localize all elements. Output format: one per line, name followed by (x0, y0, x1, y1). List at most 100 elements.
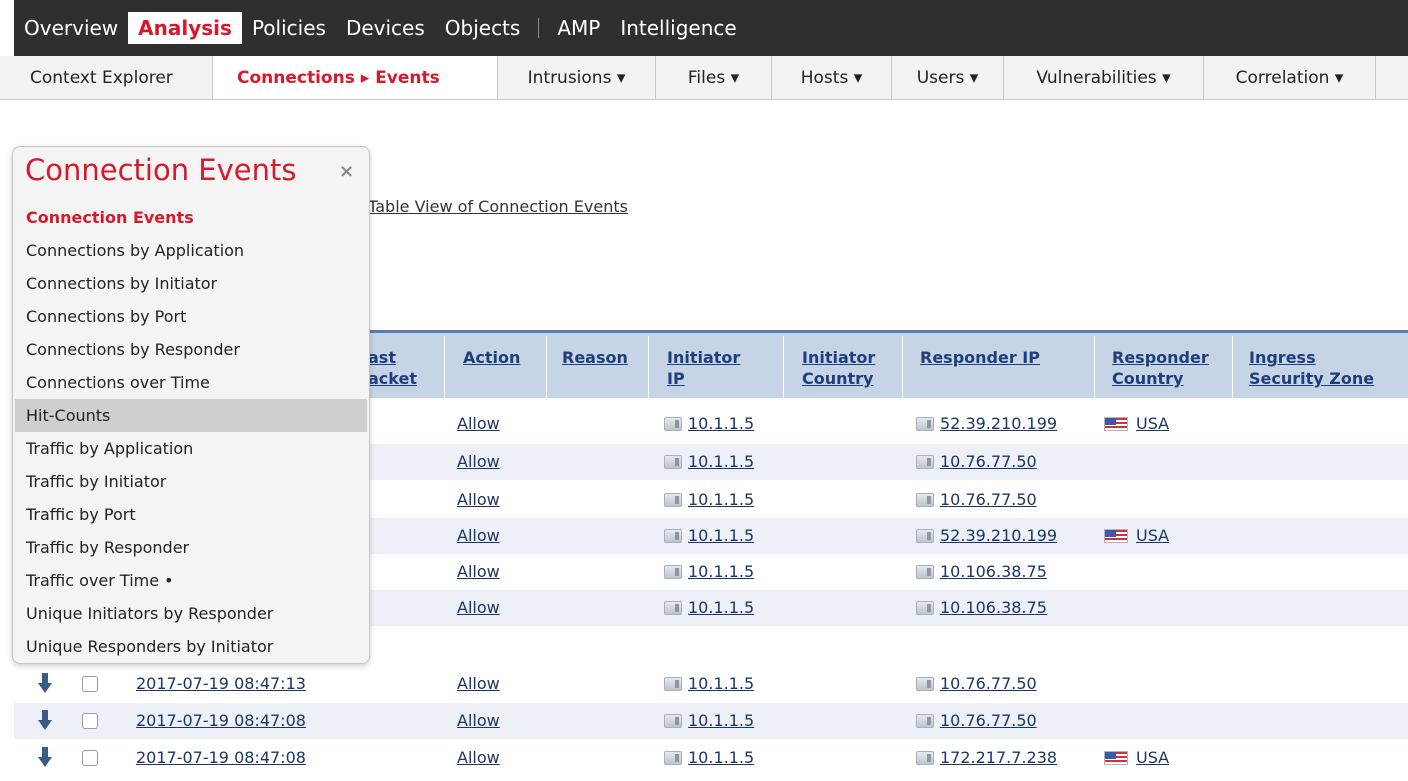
workflow-item[interactable]: Hit-Counts (15, 399, 367, 432)
header-divider (648, 336, 649, 398)
initiator-ip-link[interactable]: 10.1.1.5 (664, 674, 754, 693)
initiator-ip-link[interactable]: 10.1.1.5 (664, 711, 754, 730)
row-checkbox[interactable] (82, 713, 98, 729)
workflow-item[interactable]: Traffic over Time • (15, 564, 367, 597)
action-link[interactable]: Allow (457, 414, 500, 433)
responder-ip-link[interactable]: 10.106.38.75 (916, 598, 1047, 617)
host-icon (664, 677, 682, 691)
action-link[interactable]: Allow (457, 598, 500, 617)
tab-intrusions[interactable]: Intrusions ▾ (498, 56, 656, 99)
host-icon (664, 493, 682, 507)
close-icon[interactable]: × (339, 161, 354, 182)
host-icon (916, 455, 934, 469)
nav-amp[interactable]: AMP (547, 12, 610, 44)
tab-correlation[interactable]: Correlation ▾ (1204, 56, 1376, 99)
workflow-item[interactable]: Unique Responders by Initiator (15, 630, 367, 663)
initiator-ip-link[interactable]: 10.1.1.5 (664, 598, 754, 617)
drilldown-arrow-icon[interactable] (38, 710, 52, 730)
action-link[interactable]: Allow (457, 562, 500, 581)
col-responder-ip[interactable]: Responder IP (920, 347, 1040, 368)
initiator-ip-link[interactable]: 10.1.1.5 (664, 748, 754, 767)
action-link[interactable]: Allow (457, 674, 500, 693)
host-icon (664, 417, 682, 431)
nav-intelligence[interactable]: Intelligence (610, 12, 746, 44)
responder-ip-link[interactable]: 52.39.210.199 (916, 414, 1057, 433)
nav-divider (538, 18, 540, 38)
tab-hosts[interactable]: Hosts ▾ (772, 56, 892, 99)
workflow-item[interactable]: Traffic by Responder (15, 531, 367, 564)
host-icon (916, 751, 934, 765)
responder-ip-link[interactable]: 172.217.7.238 (916, 748, 1057, 767)
first-packet-link[interactable]: 2017-07-19 08:47:13 (136, 674, 306, 693)
table-row: 2017-07-19 08:47:13 Allow 10.1.1.5 10.76… (14, 666, 1408, 702)
row-checkbox[interactable] (82, 676, 98, 692)
workflow-item[interactable]: Connections by Port (15, 300, 367, 333)
nav-devices[interactable]: Devices (336, 12, 435, 44)
tab-files[interactable]: Files ▾ (656, 56, 772, 99)
col-reason[interactable]: Reason (562, 347, 628, 368)
responder-ip-link[interactable]: 10.76.77.50 (916, 674, 1037, 693)
header-divider (1094, 336, 1095, 398)
breadcrumb-current[interactable]: Table View of Connection Events (368, 197, 628, 216)
header-divider (546, 336, 547, 398)
action-link[interactable]: Allow (457, 711, 500, 730)
responder-ip-link[interactable]: 10.106.38.75 (916, 562, 1047, 581)
col-initiator-ip-line1: Initiator (667, 348, 741, 367)
col-ingress-zone[interactable]: Ingress Security Zone (1249, 347, 1374, 389)
initiator-ip-link[interactable]: 10.1.1.5 (664, 490, 754, 509)
responder-country-link[interactable]: USA (1104, 526, 1169, 545)
host-icon (664, 714, 682, 728)
row-checkbox[interactable] (82, 750, 98, 766)
workflow-item[interactable]: Connections by Application (15, 234, 367, 267)
tab-users[interactable]: Users ▾ (892, 56, 1004, 99)
nav-policies[interactable]: Policies (242, 12, 336, 44)
responder-ip-link[interactable]: 10.76.77.50 (916, 490, 1037, 509)
workflow-item[interactable]: Traffic by Initiator (15, 465, 367, 498)
initiator-ip-link[interactable]: 10.1.1.5 (664, 562, 754, 581)
first-packet-link[interactable]: 2017-07-19 08:47:08 (136, 748, 306, 767)
col-ingress-zone-line1: Ingress (1249, 348, 1316, 367)
drilldown-arrow-icon[interactable] (38, 747, 52, 767)
responder-ip-link[interactable]: 10.76.77.50 (916, 711, 1037, 730)
col-action[interactable]: Action (463, 347, 520, 368)
nav-objects[interactable]: Objects (435, 12, 531, 44)
workflow-item[interactable]: Connections by Responder (15, 333, 367, 366)
initiator-ip-link[interactable]: 10.1.1.5 (664, 526, 754, 545)
tab-context-explorer[interactable]: Context Explorer (14, 56, 213, 99)
usa-flag-icon (1104, 417, 1128, 431)
host-icon (916, 529, 934, 543)
action-link[interactable]: Allow (457, 526, 500, 545)
col-initiator-country-line2: Country (802, 369, 874, 388)
responder-country-link[interactable]: USA (1104, 748, 1169, 767)
col-last-packet-line1: ast (368, 348, 396, 367)
workflow-item[interactable]: Connections by Initiator (15, 267, 367, 300)
responder-country-link[interactable]: USA (1104, 414, 1169, 433)
workflow-item[interactable]: Traffic by Application (15, 432, 367, 465)
workflow-list: Connection Events Connections by Applica… (15, 201, 367, 663)
breadcrumb: s › Table View of Connection Events (330, 197, 628, 216)
col-initiator-country[interactable]: Initiator Country (802, 347, 875, 389)
initiator-ip-link[interactable]: 10.1.1.5 (664, 414, 754, 433)
workflow-item[interactable]: Unique Initiators by Responder (15, 597, 367, 630)
workflow-item[interactable]: Traffic by Port (15, 498, 367, 531)
host-icon (664, 751, 682, 765)
initiator-ip-link[interactable]: 10.1.1.5 (664, 452, 754, 471)
col-responder-country[interactable]: Responder Country (1112, 347, 1209, 389)
responder-ip-link[interactable]: 10.76.77.50 (916, 452, 1037, 471)
action-link[interactable]: Allow (457, 452, 500, 471)
responder-ip-link[interactable]: 52.39.210.199 (916, 526, 1057, 545)
workflow-item[interactable]: Connections over Time (15, 366, 367, 399)
action-link[interactable]: Allow (457, 748, 500, 767)
tab-vulnerabilities[interactable]: Vulnerabilities ▾ (1004, 56, 1204, 99)
nav-overview[interactable]: Overview (14, 12, 128, 44)
col-initiator-ip[interactable]: Initiator IP (667, 347, 740, 389)
workflow-dropdown: Connection Events × Connection Events Co… (12, 146, 370, 664)
action-link[interactable]: Allow (457, 490, 500, 509)
first-packet-link[interactable]: 2017-07-19 08:47:08 (136, 711, 306, 730)
col-last-packet[interactable]: ast acket (368, 347, 417, 389)
tab-connections-events[interactable]: Connections ▸ Events (213, 56, 498, 99)
drilldown-arrow-icon[interactable] (38, 673, 52, 693)
workflow-item[interactable]: Connection Events (15, 201, 367, 234)
nav-analysis[interactable]: Analysis (128, 12, 242, 44)
host-icon (916, 417, 934, 431)
